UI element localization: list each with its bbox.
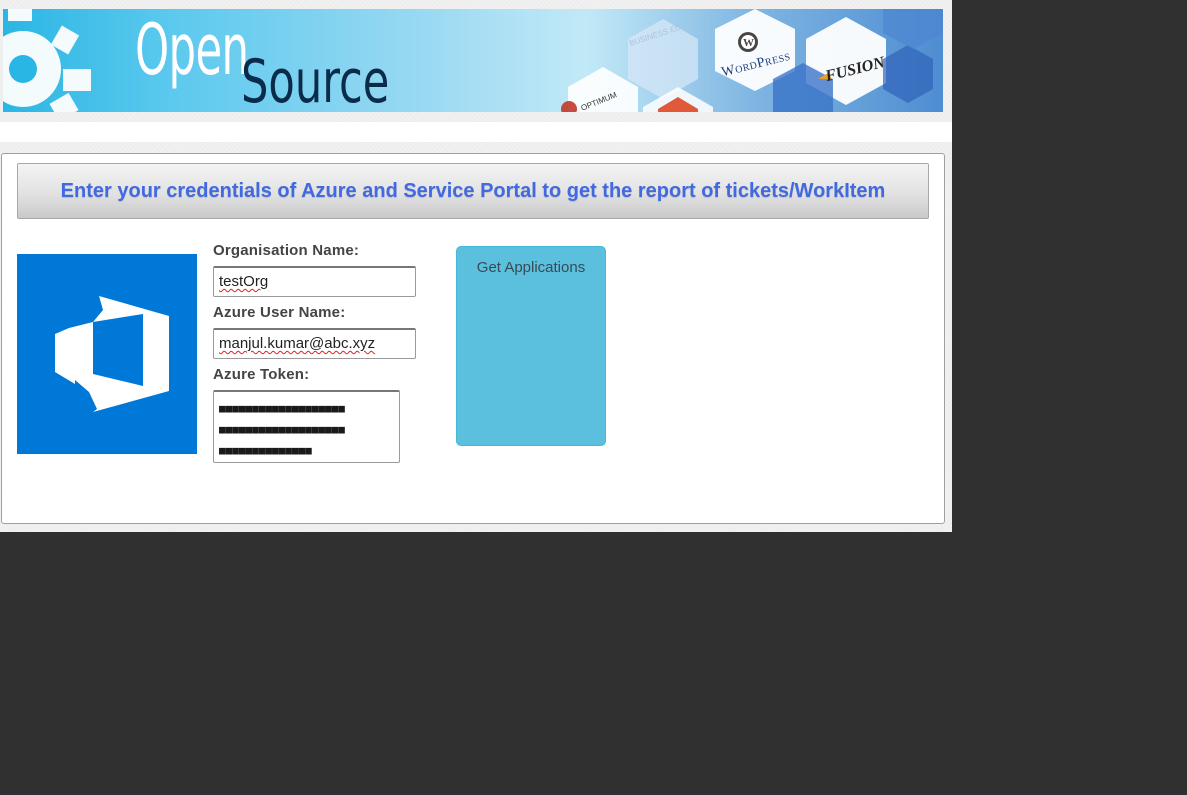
token-mask-line: ■■■■■■■■■■■■■■■■■■■ (219, 423, 345, 436)
banner-word-open: Open (135, 9, 249, 91)
azure-token-textarea[interactable]: ■■■■■■■■■■■■■■■■■■■ ■■■■■■■■■■■■■■■■■■■ … (213, 390, 400, 463)
azure-user-name-label: Azure User Name: (213, 304, 346, 321)
page-title: Enter your credentials of Azure and Serv… (60, 179, 886, 202)
azure-token-label: Azure Token: (213, 366, 310, 383)
organisation-name-label: Organisation Name: (213, 242, 360, 259)
organisation-name-input[interactable]: testOrg (213, 266, 416, 297)
azure-devops-logo (17, 254, 197, 454)
get-applications-button[interactable]: Get Applications (456, 246, 606, 446)
spacer-strip (0, 122, 952, 142)
banner-word-source: Source (241, 47, 390, 112)
svg-text:W: W (743, 37, 754, 49)
open-source-portal-banner: W Open Source WordPress FUSION OPTIMUM B… (3, 9, 943, 112)
azure-user-name-input[interactable]: manjul.kumar@abc.xyz (213, 328, 416, 359)
credentials-panel: Enter your credentials of Azure and Serv… (1, 153, 945, 524)
organisation-name-value: testOrg (219, 273, 269, 290)
azure-devops-icon (55, 296, 169, 412)
token-mask-line: ■■■■■■■■■■■■■■ (219, 444, 312, 457)
instructions-header: Enter your credentials of Azure and Serv… (17, 163, 929, 219)
azure-user-name-value: manjul.kumar@abc.xyz (219, 335, 376, 352)
token-mask-line: ■■■■■■■■■■■■■■■■■■■ (219, 402, 345, 415)
page: W Open Source WordPress FUSION OPTIMUM B… (0, 0, 952, 532)
